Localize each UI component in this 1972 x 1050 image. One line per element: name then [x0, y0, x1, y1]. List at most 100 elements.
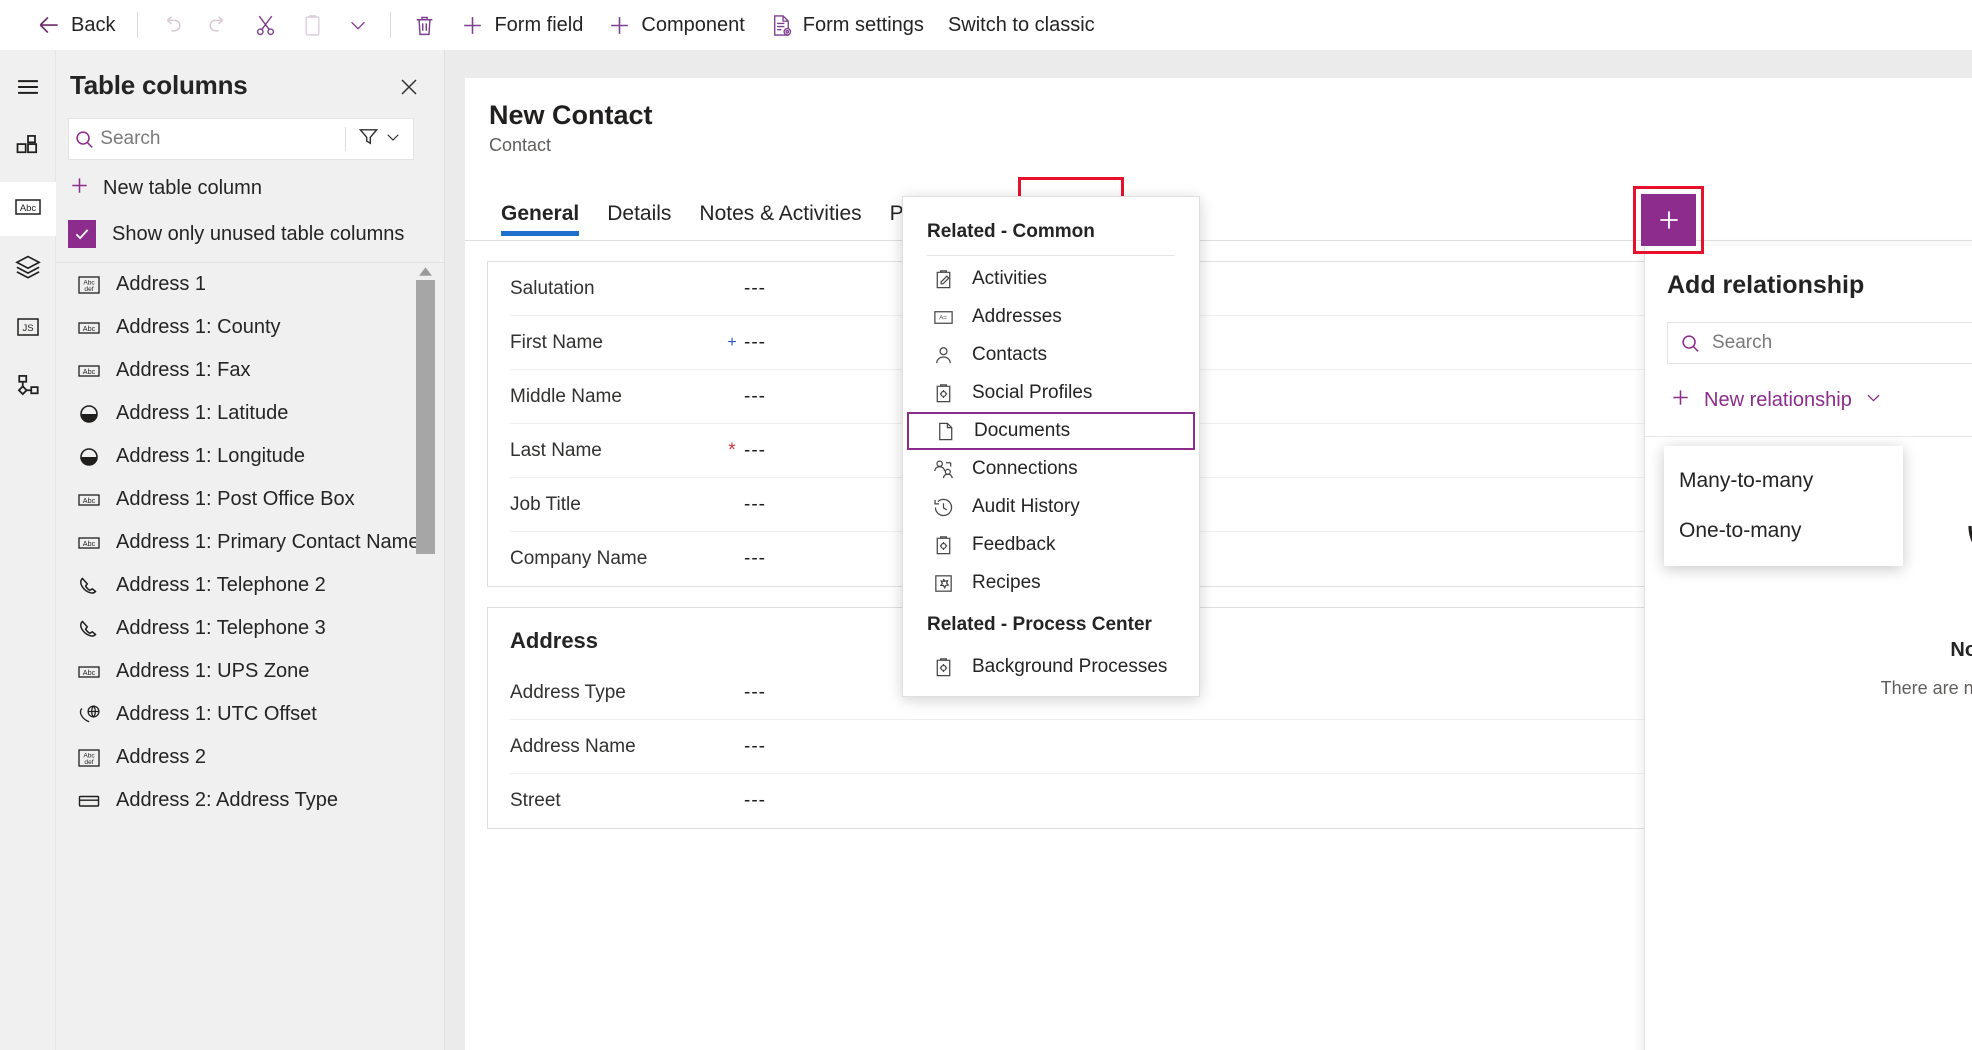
scroll-up-arrow[interactable] [416, 263, 435, 280]
filter-icon [357, 125, 380, 153]
scrollbar-thumb[interactable] [416, 280, 435, 554]
left-rail: Abc JS [0, 50, 56, 1050]
rail-item-hamburger[interactable] [0, 62, 56, 116]
rail-item-business-rules[interactable] [0, 362, 56, 416]
form-settings-button[interactable]: Form settings [757, 5, 936, 45]
rail-item-layers[interactable] [0, 242, 56, 296]
checkbox[interactable] [68, 220, 96, 248]
table-columns-panel: Table columns Search New table column Sh… [56, 50, 445, 1050]
relationship-type-option[interactable]: One-to-many [1664, 506, 1903, 556]
tab-details[interactable]: Details [593, 196, 685, 240]
javascript-icon: JS [14, 314, 42, 345]
columns-search-box[interactable] [68, 118, 414, 160]
table-column-item[interactable]: Address 1: UTC Offset [56, 693, 444, 736]
related-menu-item[interactable]: A= Addresses [907, 298, 1195, 336]
rail-item-components[interactable] [0, 122, 56, 176]
form-field-label: Company Name [510, 548, 648, 569]
new-relationship-label: New relationship [1704, 388, 1852, 411]
related-menu-item[interactable]: Recipes [907, 564, 1195, 602]
relationship-search-input[interactable] [1712, 332, 1972, 354]
relationship-search-row [1645, 300, 1972, 364]
table-column-item[interactable]: Abc def Address 2 [56, 736, 444, 779]
switch-to-classic-button[interactable]: Switch to classic [936, 5, 1107, 45]
chevron-down-icon [384, 128, 402, 151]
related-menu-item-label: Addresses [972, 306, 1062, 327]
svg-text:Abc: Abc [83, 367, 96, 376]
svg-text:Abc: Abc [83, 324, 96, 333]
add-relationship-header: Add relationship [1645, 246, 1972, 300]
table-column-item[interactable]: Address 1: Telephone 2 [56, 564, 444, 607]
table-column-item[interactable]: Address 1: Telephone 3 [56, 607, 444, 650]
form-tabs: GeneralDetailsNotes & ActivitiesPreferen… [465, 156, 1972, 243]
tab-general[interactable]: General [487, 196, 593, 240]
back-button[interactable]: Back [24, 5, 127, 45]
table-column-item[interactable]: Address 1: Longitude [56, 435, 444, 478]
text-column-icon: Abc [76, 359, 102, 383]
form-field-label: Middle Name [510, 385, 622, 407]
form-field-value: --- [744, 790, 766, 811]
undo-icon [159, 13, 184, 38]
text-column-icon: Abc [76, 660, 102, 684]
table-column-item[interactable]: Abc Address 1: Post Office Box [56, 478, 444, 521]
rail-item-javascript[interactable]: JS [0, 302, 56, 356]
component-button[interactable]: Component [595, 5, 756, 45]
related-menu-item[interactable]: Activities [907, 260, 1195, 298]
table-column-label: Address 1: Primary Contact Name [116, 531, 420, 553]
table-column-item[interactable]: Abc Address 1: Primary Contact Name [56, 521, 444, 564]
page-title: New Contact [489, 100, 653, 130]
layers-icon [14, 253, 42, 286]
related-menu-item-label: Recipes [972, 572, 1041, 593]
table-column-item[interactable]: Abc Address 1: Fax [56, 349, 444, 392]
table-column-label: Address 1: Fax [116, 359, 251, 381]
component-label: Component [641, 13, 745, 36]
relationship-type-option[interactable]: Many-to-many [1664, 456, 1903, 506]
toolbar-divider-2 [390, 12, 392, 38]
table-column-item[interactable]: Abc def Address 1 [56, 263, 444, 306]
undo-button[interactable] [148, 5, 195, 45]
new-table-column-button[interactable]: New table column [56, 160, 444, 214]
empty-table-illustration-icon [1956, 496, 1972, 619]
svg-text:Abc: Abc [83, 668, 96, 677]
table-column-item[interactable]: Address 1: Latitude [56, 392, 444, 435]
related-menu-item[interactable]: Background Processes [907, 648, 1195, 686]
related-menu-item[interactable]: Feedback [907, 526, 1195, 564]
table-columns-list: Abc def Address 1 Abc Address 1: County Ab… [56, 263, 444, 1050]
toolbar-divider [137, 12, 139, 38]
related-menu-item[interactable]: Contacts [907, 336, 1195, 374]
related-dropdown-menu: Related - Common Activities A= Addresses … [902, 196, 1200, 697]
related-menu-item-label: Activities [972, 268, 1047, 289]
close-panel-button[interactable] [392, 70, 426, 104]
form-field-value: --- [744, 681, 766, 703]
form-field-value: --- [744, 548, 766, 569]
svg-text:def: def [84, 286, 93, 293]
paste-button[interactable] [289, 5, 336, 45]
more-options-button[interactable] [336, 5, 380, 45]
tab-notes-activities[interactable]: Notes & Activities [685, 196, 875, 240]
columns-search-input[interactable] [100, 128, 346, 150]
rail-item-table-columns[interactable]: Abc [0, 182, 56, 236]
empty-title: No related tables [1950, 639, 1972, 661]
table-columns-header: Table columns [56, 50, 444, 104]
cut-button[interactable] [242, 5, 289, 45]
delete-button[interactable] [401, 5, 448, 45]
columns-list-scrollbar[interactable] [416, 263, 435, 583]
add-relationship-button[interactable] [1641, 194, 1696, 246]
search-icon [69, 128, 100, 151]
table-column-item[interactable]: Abc Address 1: County [56, 306, 444, 349]
new-table-column-label: New table column [103, 176, 262, 199]
columns-filter-button[interactable] [346, 125, 413, 153]
form-field-button[interactable]: Form field [448, 5, 595, 45]
related-menu-item[interactable]: Audit History [907, 488, 1195, 526]
relationship-search-box[interactable] [1667, 322, 1972, 364]
table-column-item[interactable]: Address 2: Address Type [56, 779, 444, 822]
new-relationship-button[interactable]: New relationship [1645, 364, 1883, 414]
related-menu-item[interactable]: Connections [907, 450, 1195, 488]
related-menu-item[interactable]: Documents [907, 412, 1195, 450]
svg-text:JS: JS [22, 323, 33, 334]
svg-text:A=: A= [939, 314, 947, 321]
table-column-item[interactable]: Abc Address 1: UPS Zone [56, 650, 444, 693]
show-unused-checkbox-row[interactable]: Show only unused table columns [56, 214, 444, 262]
redo-button[interactable] [195, 5, 242, 45]
related-menu-item[interactable]: Social Profiles [907, 374, 1195, 412]
table-column-label: Address 1: Telephone 2 [116, 574, 326, 596]
